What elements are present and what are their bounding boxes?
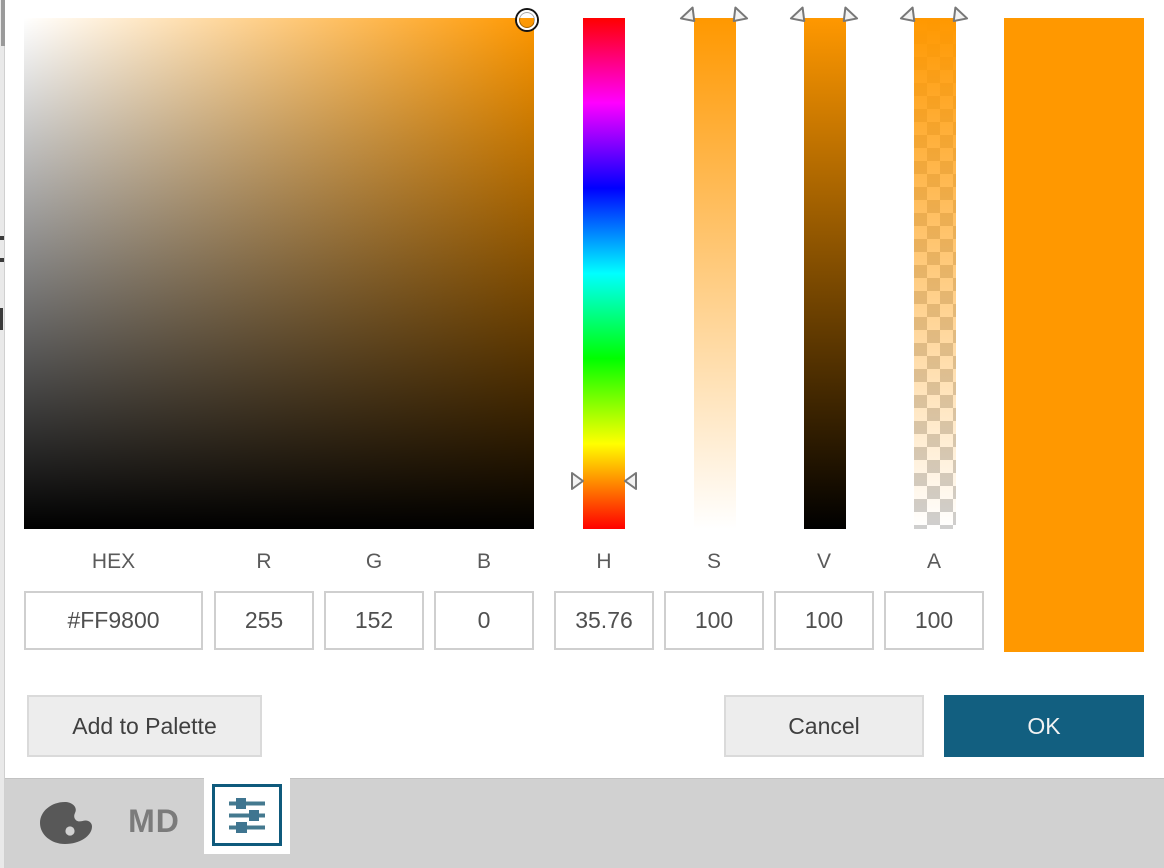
value-field-group: V — [774, 548, 874, 650]
red-input[interactable] — [214, 591, 314, 650]
hue-handle-right-arrow-icon[interactable] — [623, 471, 638, 491]
cancel-button[interactable]: Cancel — [724, 695, 924, 757]
palette-icon — [38, 800, 94, 846]
alpha-label: A — [884, 548, 984, 578]
hue-handle-left-arrow-icon[interactable] — [570, 471, 585, 491]
alpha-slider[interactable] — [914, 18, 956, 529]
blue-field-group: B — [434, 548, 534, 650]
blue-input[interactable] — [434, 591, 534, 650]
hex-label: HEX — [24, 548, 203, 578]
red-label: R — [214, 548, 314, 578]
tab-md[interactable]: MD — [116, 789, 192, 853]
alpha-field-group: A — [884, 548, 984, 650]
color-cursor[interactable] — [517, 10, 537, 30]
saturation-slider[interactable] — [694, 18, 736, 529]
md-tab-label: MD — [128, 803, 180, 840]
saturation-label: S — [664, 548, 764, 578]
value-input[interactable] — [774, 591, 874, 650]
value-slider[interactable] — [804, 18, 846, 529]
hue-field-group: H — [554, 548, 654, 650]
value-label: V — [774, 548, 874, 578]
green-field-group: G — [324, 548, 424, 650]
hue-label: H — [554, 548, 654, 578]
green-label: G — [324, 548, 424, 578]
saturation-value-panel[interactable] — [24, 18, 534, 529]
hex-field-group: HEX — [24, 548, 203, 650]
green-input[interactable] — [324, 591, 424, 650]
screen-edge-artifact — [0, 0, 5, 868]
hue-slider[interactable] — [583, 18, 625, 529]
tab-palette[interactable] — [34, 793, 98, 853]
add-to-palette-button[interactable]: Add to Palette — [27, 695, 262, 757]
alpha-input[interactable] — [884, 591, 984, 650]
blue-label: B — [434, 548, 534, 578]
saturation-field-group: S — [664, 548, 764, 650]
red-field-group: R — [214, 548, 314, 650]
sliders-icon — [227, 797, 267, 833]
selected-color-preview — [1004, 18, 1144, 652]
ok-button[interactable]: OK — [944, 695, 1144, 757]
picker-mode-tabbar: MD — [0, 778, 1164, 868]
saturation-input[interactable] — [664, 591, 764, 650]
hue-input[interactable] — [554, 591, 654, 650]
tab-sliders-selected[interactable] — [204, 776, 290, 854]
hex-input[interactable] — [24, 591, 203, 650]
